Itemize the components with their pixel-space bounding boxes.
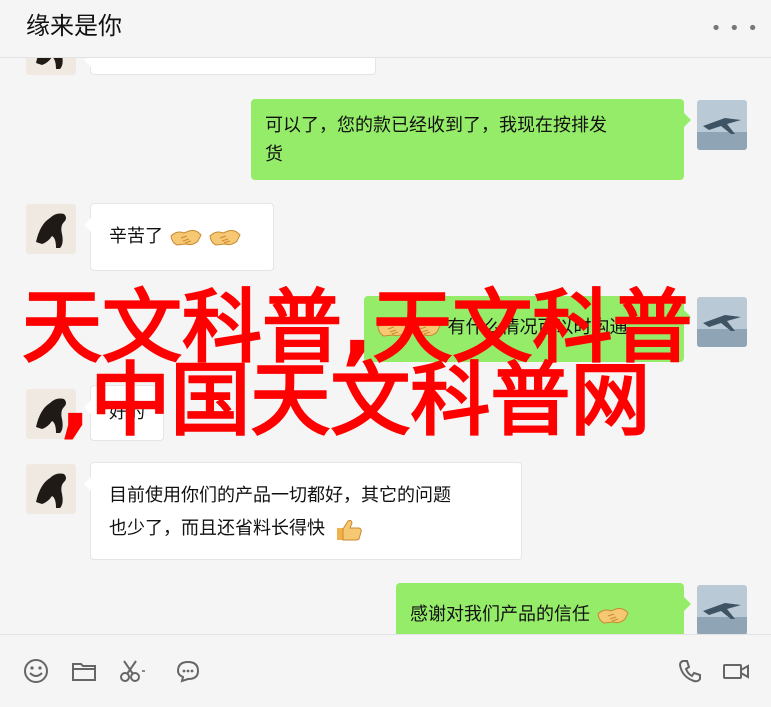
contact-avatar[interactable] — [26, 464, 76, 514]
emoji-icon[interactable] — [22, 657, 50, 685]
my-avatar[interactable] — [697, 100, 747, 150]
message-text-line: 可以了，您的款已经收到了，我现在按排发 — [265, 115, 607, 136]
incoming-message-bubble[interactable] — [84, 58, 376, 75]
handshake-icon — [596, 604, 630, 626]
message-text-line: 也少了，而且还省料长得快 — [109, 518, 325, 539]
chat-header: 缘来是你 • • • — [0, 0, 771, 58]
contact-avatar[interactable] — [26, 58, 76, 75]
handshake-icon — [169, 226, 203, 248]
thumbs-up-icon — [336, 519, 362, 541]
scissors-icon[interactable] — [118, 657, 146, 685]
message-text: 感谢对我们产品的信任 — [410, 604, 590, 625]
folder-icon[interactable] — [70, 657, 98, 685]
my-avatar[interactable] — [697, 585, 747, 634]
chat-title: 缘来是你 — [26, 12, 122, 40]
chat-bubble-icon[interactable] — [174, 657, 202, 685]
incoming-message-bubble[interactable]: 辛苦了 — [84, 203, 274, 271]
input-toolbar — [0, 634, 771, 707]
outgoing-message-bubble[interactable]: 感谢对我们产品的信任 — [396, 583, 691, 634]
video-icon[interactable] — [722, 657, 750, 685]
watermark-text: ,中国天文科普网 — [60, 354, 651, 447]
message-text-line: 货 — [265, 144, 283, 165]
handshake-icon — [208, 226, 242, 248]
my-avatar[interactable] — [697, 297, 747, 347]
more-icon[interactable]: • • • — [711, 18, 759, 39]
phone-icon[interactable] — [676, 657, 704, 685]
incoming-message-bubble[interactable]: 目前使用你们的产品一切都好，其它的问题 也少了，而且还省料长得快 — [84, 462, 522, 560]
message-text: 辛苦了 — [109, 226, 163, 247]
outgoing-message-bubble[interactable]: 可以了，您的款已经收到了，我现在按排发 货 — [251, 99, 691, 180]
message-text-line: 目前使用你们的产品一切都好，其它的问题 — [109, 485, 451, 506]
contact-avatar[interactable] — [26, 204, 76, 254]
